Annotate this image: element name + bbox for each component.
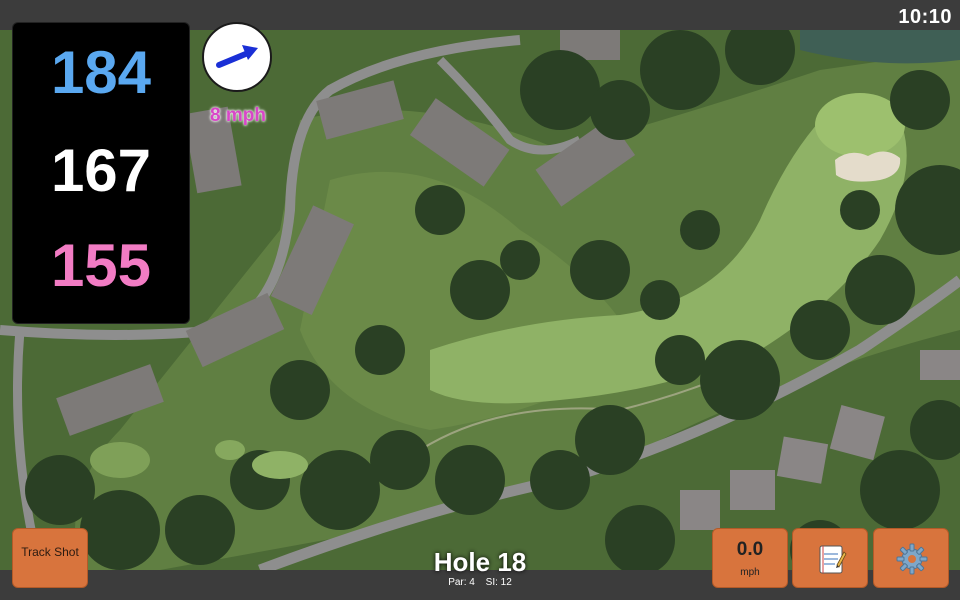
speed-unit: mph xyxy=(740,567,760,578)
wind-indicator xyxy=(202,22,272,92)
speed-value: 0.0 xyxy=(736,539,764,560)
hole-info: Par: 4 SI: 12 xyxy=(380,577,580,588)
speed-button[interactable]: 0.0 mph xyxy=(712,528,788,588)
track-shot-button[interactable]: Track Shot xyxy=(12,528,88,588)
notepad-icon xyxy=(819,545,847,574)
track-shot-label: Track Shot xyxy=(21,545,79,559)
settings-button[interactable] xyxy=(873,528,949,588)
wind-speed: 8 mph xyxy=(210,105,266,126)
middle-distance: 167 xyxy=(50,137,152,204)
notes-button[interactable] xyxy=(792,528,868,588)
clock: 10:10 xyxy=(898,6,952,28)
gear-icon xyxy=(896,543,928,575)
par-label: Par: 4 xyxy=(448,577,475,588)
back-distance: 184 xyxy=(50,39,152,106)
arrow-right-icon xyxy=(216,45,258,68)
si-label: SI: 12 xyxy=(485,577,512,588)
distance-panel: 184 167 155 xyxy=(12,22,190,324)
hole-title: Hole 18 xyxy=(433,547,527,577)
front-distance: 155 xyxy=(50,232,152,299)
